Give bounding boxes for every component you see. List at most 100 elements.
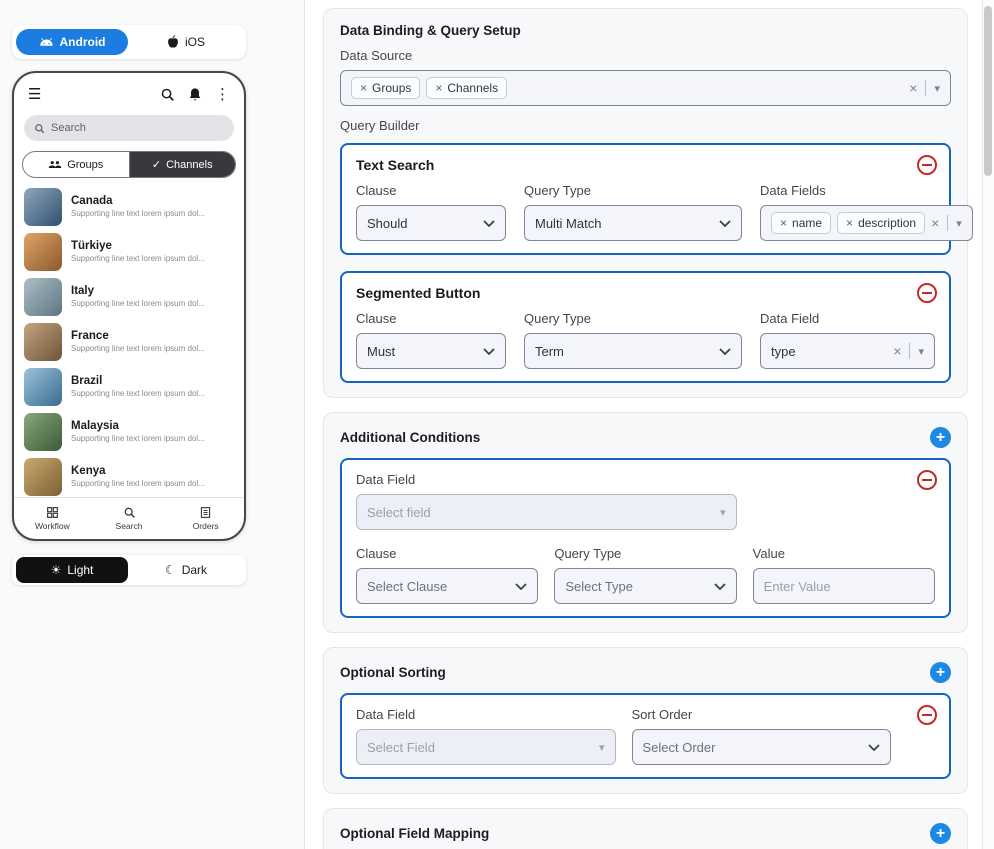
remove-text-search-button[interactable] [917, 155, 937, 175]
list-item[interactable]: Italy Supporting line text lorem ipsum d… [14, 274, 244, 319]
list-item[interactable]: Türkiye Supporting line text lorem ipsum… [14, 229, 244, 274]
check-icon: ✓ [152, 158, 161, 171]
nav-item-orders[interactable]: Orders [167, 498, 244, 539]
sort-order-select[interactable]: Select Order [632, 729, 892, 765]
phone-mockup: ☰ ⋮ Search [12, 71, 246, 541]
list-item-subtitle: Supporting line text lorem ipsum dol... [71, 209, 205, 218]
ios-label: iOS [185, 35, 205, 49]
section-title: Optional Sorting [340, 665, 446, 680]
nav-item-workflow[interactable]: Workflow [14, 498, 91, 539]
list-item-subtitle: Supporting line text lorem ipsum dol... [71, 479, 205, 488]
data-field-select[interactable]: type × ▾ [760, 333, 935, 369]
list-item[interactable]: Malaysia Supporting line text lorem ipsu… [14, 409, 244, 454]
clause-select-value: Should [367, 216, 407, 231]
light-theme-button[interactable]: ☀ Light [16, 557, 128, 583]
data-source-multiselect[interactable]: × Groups × Channels × ▾ [340, 70, 951, 106]
query-type-select[interactable]: Term [524, 333, 742, 369]
workflow-grid-icon [46, 506, 59, 519]
value-input[interactable] [764, 579, 924, 594]
query-type-select[interactable]: Multi Match [524, 205, 742, 241]
clause-placeholder: Select Clause [367, 579, 447, 594]
add-condition-button[interactable]: + [930, 427, 951, 448]
chip-label: name [792, 216, 822, 230]
tab-groups[interactable]: Groups [23, 152, 129, 177]
section-title: Optional Field Mapping [340, 826, 489, 841]
moon-icon: ☾ [165, 563, 176, 577]
sort-order-label: Sort Order [632, 707, 892, 722]
notifications-bell-icon[interactable] [188, 87, 202, 102]
phone-search-input[interactable]: Search [24, 115, 234, 141]
list-item-title: France [71, 330, 205, 342]
card-condition: Data Field Select field ▾ Clause Select … [340, 458, 951, 618]
kebab-menu-icon[interactable]: ⋮ [215, 85, 230, 103]
list-item-title: Canada [71, 195, 205, 207]
value-input-wrap [753, 568, 935, 604]
chip-label: description [858, 216, 916, 230]
sort-order-placeholder: Select Order [643, 740, 716, 755]
list-item[interactable]: Kenya Supporting line text lorem ipsum d… [14, 454, 244, 497]
chip-remove-icon[interactable]: × [780, 217, 787, 229]
orders-receipt-icon [199, 506, 212, 519]
nav-workflow-label: Workflow [35, 521, 70, 531]
search-icon[interactable] [160, 87, 175, 102]
clear-icon[interactable]: × [893, 344, 901, 358]
list-item-image [24, 368, 62, 406]
android-icon [39, 37, 54, 47]
remove-condition-button[interactable] [917, 470, 937, 490]
dropdown-arrow-icon: ▾ [599, 741, 605, 754]
clause-label: Clause [356, 183, 506, 198]
add-sort-button[interactable]: + [930, 662, 951, 683]
sun-icon: ☀ [51, 563, 62, 577]
list-item-title: Brazil [71, 375, 205, 387]
android-label: Android [60, 35, 106, 49]
section-additional-conditions: Additional Conditions + Data Field Selec… [323, 412, 968, 633]
ios-toggle-button[interactable]: iOS [130, 29, 242, 55]
data-source-label: Data Source [340, 48, 951, 63]
clear-all-icon[interactable]: × [931, 216, 939, 230]
clause-select[interactable]: Must [356, 333, 506, 369]
section-data-binding: Data Binding & Query Setup Data Source ×… [323, 8, 968, 398]
section-title: Data Binding & Query Setup [340, 23, 521, 38]
query-type-label: Query Type [554, 546, 736, 561]
chip-name[interactable]: × name [771, 212, 831, 234]
clause-select[interactable]: Should [356, 205, 506, 241]
query-type-placeholder: Select Type [565, 579, 633, 594]
list-item[interactable]: Canada Supporting line text lorem ipsum … [14, 184, 244, 229]
chip-remove-icon[interactable]: × [435, 82, 442, 94]
dropdown-arrow-icon[interactable]: ▾ [956, 217, 962, 230]
dropdown-arrow-icon: ▾ [720, 506, 726, 519]
chip-label: Groups [372, 81, 411, 95]
app-root: Android iOS ☰ [0, 0, 994, 849]
chevron-down-icon [483, 348, 495, 355]
chip-remove-icon[interactable]: × [360, 82, 367, 94]
scrollbar-thumb[interactable] [984, 6, 992, 176]
query-type-select[interactable]: Select Type [554, 568, 736, 604]
add-field-mapping-button[interactable]: + [930, 823, 951, 844]
chevron-down-icon [714, 583, 726, 590]
clause-label: Clause [356, 311, 506, 326]
chip-description[interactable]: × description [837, 212, 925, 234]
dark-theme-button[interactable]: ☾ Dark [130, 557, 242, 583]
chip-remove-icon[interactable]: × [846, 217, 853, 229]
list-item-subtitle: Supporting line text lorem ipsum dol... [71, 254, 205, 263]
list-item[interactable]: Brazil Supporting line text lorem ipsum … [14, 364, 244, 409]
data-fields-label: Data Fields [760, 183, 973, 198]
android-toggle-button[interactable]: Android [16, 29, 128, 55]
clause-select[interactable]: Select Clause [356, 568, 538, 604]
data-field-select[interactable]: Select field ▾ [356, 494, 737, 530]
chip-channels[interactable]: × Channels [426, 77, 507, 99]
chip-groups[interactable]: × Groups [351, 77, 420, 99]
data-fields-multiselect[interactable]: × name × description × ▾ [760, 205, 973, 241]
tab-channels[interactable]: ✓ Channels [129, 152, 236, 177]
dropdown-arrow-icon[interactable]: ▾ [934, 82, 940, 95]
section-title: Additional Conditions [340, 430, 480, 445]
scrollbar[interactable] [982, 0, 994, 849]
remove-segmented-button-button[interactable] [917, 283, 937, 303]
dropdown-arrow-icon[interactable]: ▾ [918, 345, 924, 358]
sort-data-field-select[interactable]: Select Field ▾ [356, 729, 616, 765]
clear-all-icon[interactable]: × [909, 81, 917, 95]
list-item[interactable]: France Supporting line text lorem ipsum … [14, 319, 244, 364]
nav-item-search[interactable]: Search [91, 498, 168, 539]
remove-sort-button[interactable] [917, 705, 937, 725]
menu-icon[interactable]: ☰ [28, 85, 41, 103]
